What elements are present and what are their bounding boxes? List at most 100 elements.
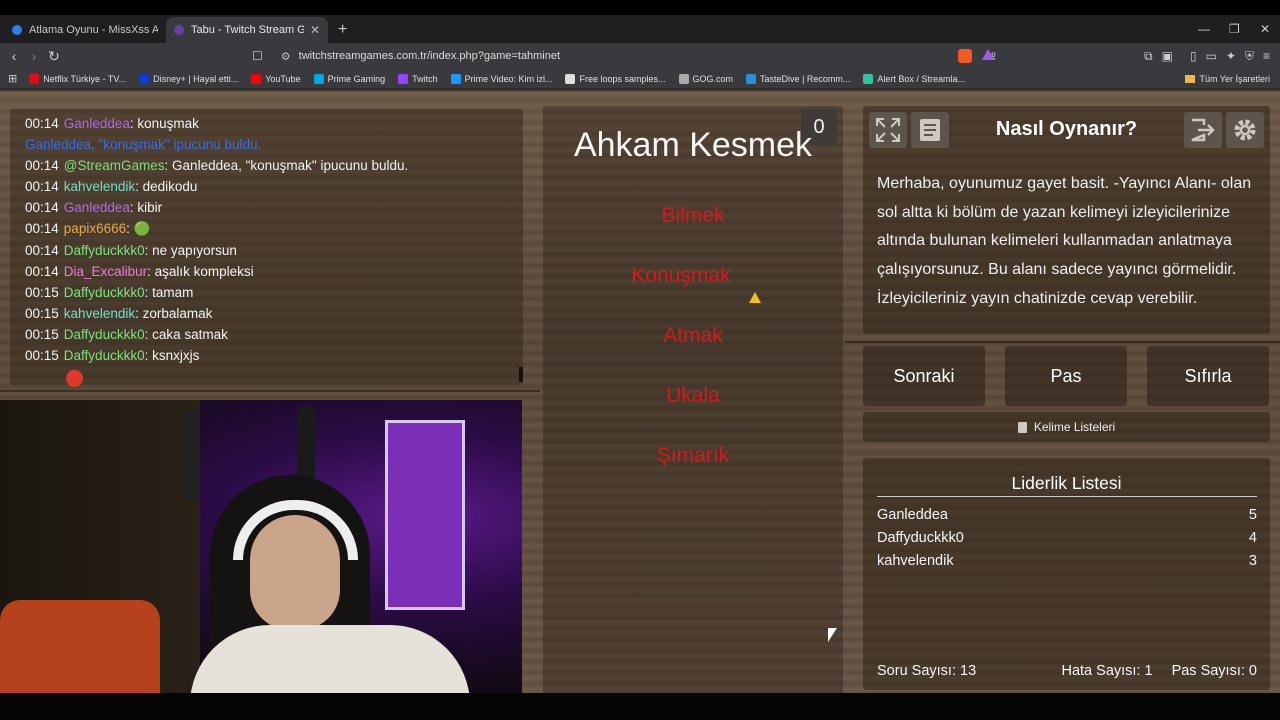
chat-username[interactable]: Ganleddea — [64, 116, 130, 131]
reload-icon[interactable]: ↻ — [44, 48, 64, 65]
chat-username[interactable]: Daffyduckkk0 — [64, 285, 145, 300]
chat-username[interactable]: kahvelendik — [64, 179, 135, 194]
bookmark-favicon-icon — [863, 73, 874, 84]
leo-icon[interactable]: ✦ — [1226, 49, 1236, 63]
chat-message: 00:14 kahvelendik: dedikodu — [25, 176, 508, 197]
restore-icon[interactable]: ❐ — [1229, 15, 1240, 43]
chat-username[interactable]: kahvelendik — [64, 306, 135, 321]
chat-username[interactable]: Daffyduckkk0 — [64, 327, 145, 342]
bookmark-favicon-icon — [746, 73, 757, 84]
wood-plank-seam — [0, 390, 540, 392]
chat-scrollbar[interactable] — [519, 367, 523, 382]
chat-timestamp: 00:14 — [25, 263, 59, 279]
address-bar[interactable]: ☐ ⚙ twitchstreamgames.com.tr/index.php?g… — [252, 45, 998, 67]
brave-shields-icon[interactable] — [958, 49, 972, 63]
chat-panel: 00:14 Ganleddea: konuşmak Ganleddea, "konu… — [10, 109, 523, 385]
next-button[interactable]: Sonraki — [863, 346, 985, 406]
how-to-play-panel: Nasıl Oynanır? Merhaba, oyunumuz gayet b… — [863, 106, 1270, 334]
error-count: Hata Sayısı: 1 — [1061, 663, 1153, 679]
extensions-icon[interactable]: ⧉ — [1144, 49, 1153, 64]
chat-text: Ganleddea, "konuşmak" ipucunu buldu. — [172, 158, 409, 174]
nav-bar: ‹ › ↻ ☐ ⚙ twitchstreamgames.com.tr/index… — [0, 43, 1280, 69]
media-icon[interactable]: ▣ — [1162, 49, 1173, 63]
chat-username[interactable]: Dia_Excalibur — [64, 264, 147, 279]
player-score: 5 — [1248, 506, 1257, 523]
chat-username[interactable]: @StreamGames — [64, 158, 165, 173]
bookmark-favicon-icon — [398, 73, 409, 84]
chat-message: 00:14 Ganleddea: kibir — [25, 197, 508, 218]
bookmark-label: Prime Gaming — [327, 73, 386, 84]
leaderboard-title: Liderlik Listesi — [1011, 473, 1122, 493]
reset-button[interactable]: Sıfırla — [1147, 346, 1269, 406]
chat-timestamp: 00:15 — [25, 348, 59, 364]
chat-timestamp: 00:14 — [25, 158, 59, 174]
chat-text: kibir — [137, 200, 163, 216]
chat-username[interactable]: Ganleddea — [25, 137, 91, 152]
bookmark-item[interactable]: YouTube — [251, 73, 301, 84]
wallet-icon[interactable]: ▭ — [1206, 49, 1217, 63]
bookmark-item[interactable]: Prime Gaming — [313, 73, 386, 84]
tab-favicon-icon — [12, 25, 22, 35]
bookmark-item[interactable]: TasteDive | Recomm... — [746, 73, 850, 84]
chat-username[interactable]: papix6666 — [64, 221, 126, 236]
forward-icon[interactable]: › — [24, 48, 44, 64]
chat-username[interactable]: Daffyduckkk0 — [64, 348, 145, 363]
tab-tabu[interactable]: Tabu - Twitch Stream Games ✕ — [166, 17, 328, 43]
new-tab-button[interactable]: + — [338, 17, 347, 43]
bookmark-favicon-icon — [565, 73, 576, 84]
vpn-icon[interactable]: ⛨ — [1245, 49, 1254, 64]
bookmark-item[interactable]: Alert Box / Streamla... — [863, 73, 965, 84]
wood-plank-seam — [0, 89, 1280, 91]
webcam-video — [0, 400, 522, 693]
forbidden-word: Konuşmak — [631, 264, 731, 287]
chat-username[interactable]: Daffyduckkk0 — [64, 243, 145, 258]
url-text: twitchstreamgames.com.tr/index.php?game=… — [298, 50, 561, 62]
chat-text: aşalık kompleksi — [154, 263, 254, 279]
tab-favicon-icon — [174, 25, 184, 35]
minimize-icon[interactable]: — — [1198, 15, 1210, 43]
sidebar-icon[interactable]: ▯ — [1190, 49, 1197, 63]
bookmark-label: Free loops samples... — [579, 73, 666, 84]
chat-separator: : — [135, 179, 143, 195]
chat-timestamp: 00:15 — [25, 326, 59, 342]
apps-icon[interactable]: ⊞ — [8, 72, 17, 85]
bookmarks-bar: ⊞ Netflix Türkiye - TV... Disney+ | Hayal… — [0, 69, 1280, 89]
bookmark-item[interactable]: Free loops samples... — [565, 73, 666, 84]
bookmark-item[interactable]: Disney+ | Hayal etti... — [139, 73, 239, 84]
os-top-bar — [0, 0, 1280, 15]
bookmark-label: Disney+ | Hayal etti... — [153, 73, 239, 84]
chat-text: tamam — [152, 284, 194, 300]
logout-icon[interactable] — [1184, 112, 1222, 148]
bookmark-item[interactable]: Prime Video: Kim izl... — [450, 73, 552, 84]
word-lists-button[interactable]: Kelime Listeleri — [863, 412, 1270, 442]
player-name: Daffyduckkk0 — [877, 529, 964, 546]
close-window-icon[interactable]: ✕ — [1260, 15, 1270, 43]
tab-atlama-oyunu[interactable]: Atlama Oyunu - MissXss AI Bot Syste — [4, 17, 166, 43]
bookmark-favicon-icon — [313, 73, 324, 84]
settings-gear-icon[interactable] — [1226, 112, 1264, 148]
chat-timestamp: 00:14 — [25, 242, 59, 258]
game-page: 00:14 Ganleddea: konuşmak Ganleddea, "konu… — [0, 89, 1280, 694]
chat-separator: : — [144, 242, 153, 258]
bookmarks-folder[interactable]: Tüm Yer İşaretleri — [1185, 69, 1270, 89]
bookmark-item[interactable]: Twitch — [398, 73, 438, 84]
tab-title: Tabu - Twitch Stream Games — [191, 24, 304, 36]
leaderboard-row: kahvelendik 3 — [877, 549, 1257, 572]
menu-icon[interactable]: ≡ — [1263, 49, 1270, 63]
chat-timestamp: 00:14 — [25, 116, 59, 131]
tab-close-icon[interactable]: ✕ — [310, 23, 320, 37]
chat-message: 00:14 @StreamGames: Ganleddea, "konuşmak"… — [25, 155, 508, 176]
chat-message: 00:14 papix6666: 🟢 — [25, 218, 508, 239]
back-icon[interactable]: ‹ — [4, 48, 24, 64]
chat-username[interactable]: Ganleddea — [64, 200, 130, 215]
site-info-icon[interactable]: ⚙ — [281, 50, 291, 63]
pass-button[interactable]: Pas — [1005, 346, 1127, 406]
bookmark-item[interactable]: Netflix Türkiye - TV... — [29, 73, 126, 84]
bookmark-item[interactable]: GOG.com — [678, 73, 733, 84]
chat-separator: : — [126, 221, 134, 237]
bookmark-favicon-icon — [450, 73, 461, 84]
forbidden-word: Atmak — [663, 324, 723, 347]
brave-rewards-icon[interactable] — [982, 49, 994, 60]
bookmark-icon[interactable]: ☐ — [252, 49, 263, 63]
chat-timestamp: 00:14 — [25, 179, 59, 195]
